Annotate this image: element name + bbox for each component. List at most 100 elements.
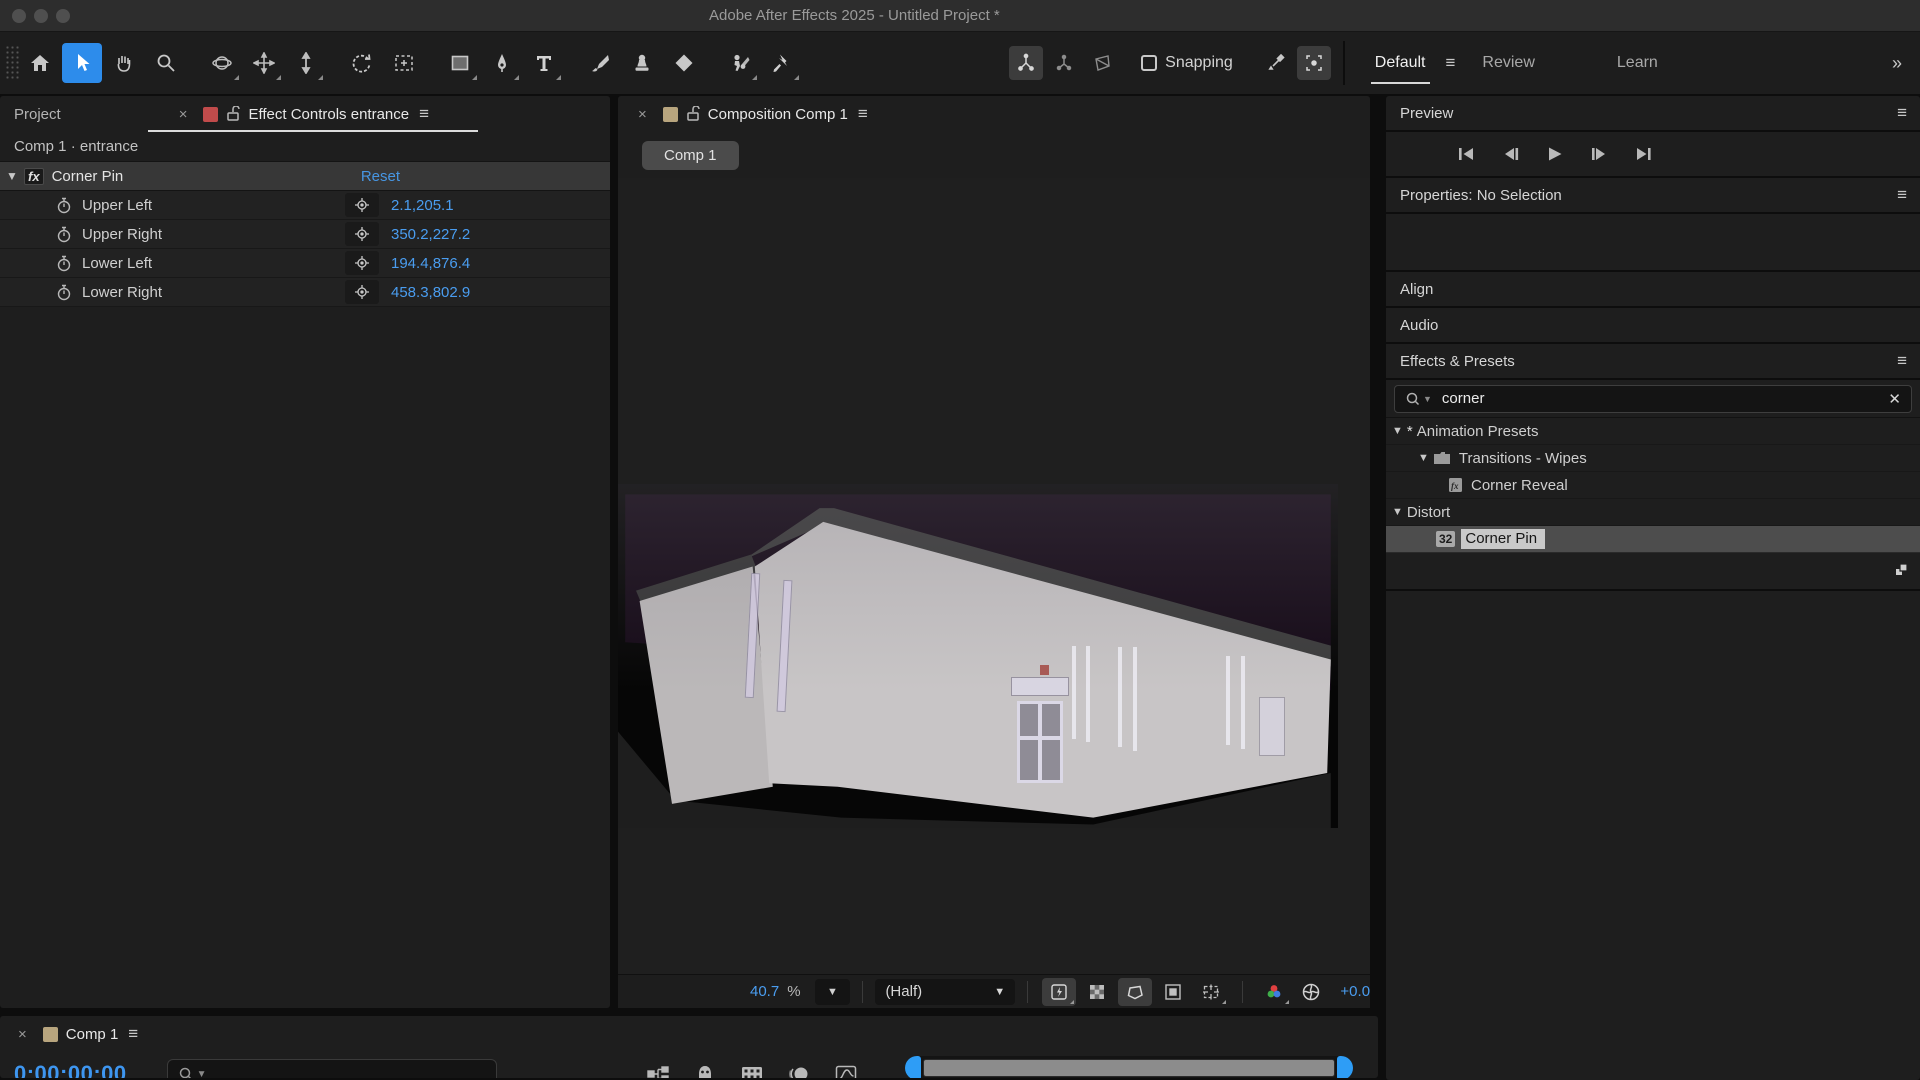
panel-menu-icon[interactable]: ≡	[409, 104, 438, 124]
first-frame-button[interactable]	[1450, 140, 1484, 168]
close-window-button[interactable]	[12, 9, 26, 23]
chevron-down-icon[interactable]: ▼	[1392, 506, 1403, 518]
composition-mini-flowchart-icon[interactable]	[647, 1065, 669, 1078]
fast-previews-button[interactable]	[1042, 978, 1076, 1006]
workspace-tab-learn[interactable]: Learn	[1615, 48, 1660, 78]
effects-search-input[interactable]: ▼ corner ✕	[1394, 385, 1912, 413]
workspace-overflow-icon[interactable]: »	[1892, 53, 1902, 74]
zoom-window-button[interactable]	[56, 9, 70, 23]
unlock-icon[interactable]	[686, 106, 700, 122]
play-button[interactable]	[1538, 140, 1572, 168]
composition-image[interactable]	[618, 484, 1338, 828]
magnification-dropdown-button[interactable]: ▼	[815, 979, 851, 1005]
magnification-value[interactable]: 40.7	[750, 983, 779, 1000]
rotation-tool-button[interactable]	[342, 43, 382, 83]
region-of-interest-button[interactable]	[1156, 978, 1190, 1006]
tab-close-icon[interactable]: ×	[618, 106, 655, 123]
chevron-down-icon[interactable]: ▼	[1418, 452, 1429, 464]
current-time-field[interactable]: 0:00:00:00	[14, 1061, 127, 1078]
label-color-swatch-tan[interactable]	[43, 1027, 58, 1042]
navigator-start-handle[interactable]	[905, 1056, 921, 1078]
puppet-pin-tool-button[interactable]	[762, 43, 802, 83]
panel-resize-grip-icon[interactable]	[1892, 561, 1910, 579]
resolution-dropdown[interactable]: (Half)▼	[875, 979, 1015, 1005]
stopwatch-icon[interactable]	[56, 284, 72, 301]
composition-viewer[interactable]	[618, 178, 1370, 974]
transparency-grid-button[interactable]	[1080, 978, 1114, 1006]
draft-3d-ghost-icon[interactable]	[695, 1064, 715, 1078]
collapse-chevron-icon[interactable]: ▼	[0, 169, 24, 183]
time-navigator-scrollbar[interactable]	[905, 1056, 1353, 1078]
snap-inside-collapsed-button[interactable]	[1297, 46, 1331, 80]
navigator-bar[interactable]	[923, 1059, 1335, 1077]
rectangle-tool-button[interactable]	[440, 43, 480, 83]
toolbar-grip[interactable]	[5, 45, 19, 81]
tab-project[interactable]: Project	[0, 106, 61, 123]
brush-tool-button[interactable]	[580, 43, 620, 83]
properties-panel-header[interactable]: Properties: No Selection ≡	[1386, 178, 1920, 214]
param-value[interactable]: 194.4,876.4	[391, 255, 470, 272]
effect-name[interactable]: Corner Pin	[52, 168, 124, 185]
effect-header-row[interactable]: ▼ fx Corner Pin Reset	[0, 162, 610, 191]
eraser-tool-button[interactable]	[664, 43, 704, 83]
set-point-crosshair-button[interactable]	[345, 251, 379, 275]
param-row-upper-left[interactable]: Upper Left 2.1,205.1	[0, 191, 610, 220]
workspace-tab-review[interactable]: Review	[1480, 48, 1536, 78]
orbit-camera-tool-button[interactable]	[202, 43, 242, 83]
motion-blur-icon[interactable]	[789, 1064, 809, 1078]
pan-camera-tool-button[interactable]	[244, 43, 284, 83]
stopwatch-icon[interactable]	[56, 197, 72, 214]
chevron-down-icon[interactable]: ▼	[1392, 425, 1403, 437]
pan-behind-tool-button[interactable]	[384, 43, 424, 83]
label-color-swatch-tan[interactable]	[663, 107, 678, 122]
panel-menu-icon[interactable]: ≡	[848, 104, 877, 124]
snap-beyond-edges-button[interactable]	[1259, 46, 1293, 80]
clear-search-icon[interactable]: ✕	[1888, 390, 1901, 408]
type-tool-button[interactable]	[524, 43, 564, 83]
panel-menu-icon[interactable]: ≡	[1897, 103, 1906, 123]
tree-row-distort[interactable]: ▼ Distort	[1386, 499, 1920, 526]
panel-menu-icon[interactable]: ≡	[1897, 185, 1906, 205]
set-point-crosshair-button[interactable]	[345, 222, 379, 246]
param-row-lower-left[interactable]: Lower Left 194.4,876.4	[0, 249, 610, 278]
hand-tool-button[interactable]	[104, 43, 144, 83]
roto-brush-tool-button[interactable]	[720, 43, 760, 83]
set-point-crosshair-button[interactable]	[345, 193, 379, 217]
minimize-window-button[interactable]	[34, 9, 48, 23]
reset-exposure-button[interactable]	[1295, 978, 1329, 1006]
tree-row-corner-pin-selected[interactable]: 32 Corner Pin	[1386, 526, 1920, 553]
align-panel-header[interactable]: Align	[1386, 272, 1920, 308]
tab-composition[interactable]: Composition Comp 1	[708, 106, 848, 123]
tree-row-transitions-wipes[interactable]: ▼ Transitions - Wipes	[1386, 445, 1920, 472]
next-frame-button[interactable]	[1582, 140, 1616, 168]
tab-timeline-comp1[interactable]: Comp 1	[66, 1026, 119, 1043]
local-axis-mode-button[interactable]	[1009, 46, 1043, 80]
graph-editor-icon[interactable]	[835, 1065, 857, 1078]
panel-menu-icon[interactable]: ≡	[118, 1024, 147, 1044]
param-value[interactable]: 350.2,227.2	[391, 226, 470, 243]
effect-reset-link[interactable]: Reset	[361, 168, 400, 185]
stopwatch-icon[interactable]	[56, 226, 72, 243]
label-color-swatch-red[interactable]	[203, 107, 218, 122]
workspace-default-menu-icon[interactable]: ≡	[1446, 53, 1455, 73]
view-axis-mode-button[interactable]	[1085, 46, 1119, 80]
param-row-upper-right[interactable]: Upper Right 350.2,227.2	[0, 220, 610, 249]
tab-effect-controls[interactable]: Effect Controls entrance	[248, 106, 409, 123]
param-value[interactable]: 2.1,205.1	[391, 197, 454, 214]
home-tool-button[interactable]	[20, 43, 60, 83]
last-frame-button[interactable]	[1626, 140, 1660, 168]
zoom-tool-button[interactable]	[146, 43, 186, 83]
comp-breadcrumb-button[interactable]: Comp 1	[642, 141, 739, 170]
pen-tool-button[interactable]	[482, 43, 522, 83]
unlock-icon[interactable]	[226, 106, 240, 122]
audio-panel-header[interactable]: Audio	[1386, 308, 1920, 344]
exposure-value[interactable]: +0.0	[1340, 983, 1370, 1000]
snapping-checkbox[interactable]	[1141, 55, 1157, 71]
stopwatch-icon[interactable]	[56, 255, 72, 272]
effects-presets-panel-header[interactable]: Effects & Presets ≡	[1386, 344, 1920, 380]
set-point-crosshair-button[interactable]	[345, 280, 379, 304]
channel-color-management-button[interactable]	[1257, 978, 1291, 1006]
workspace-tab-default[interactable]: Default	[1373, 48, 1428, 78]
selection-tool-button[interactable]	[62, 43, 102, 83]
clone-stamp-tool-button[interactable]	[622, 43, 662, 83]
